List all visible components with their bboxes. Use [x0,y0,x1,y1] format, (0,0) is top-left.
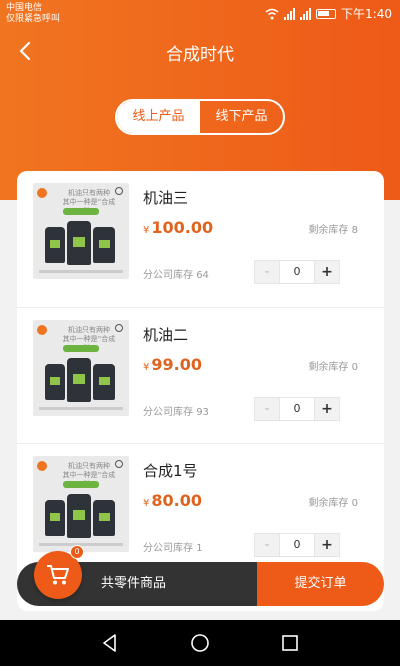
submit-order-button[interactable]: 提交订单 [257,562,384,606]
oil-bottle-icon [67,494,91,538]
quantity-stepper: - 0 + [254,397,340,421]
quantity-stepper: - 0 + [254,533,340,557]
product-name[interactable]: 合成1号 [143,460,198,481]
product-row: 机油只有两种其中一种是“合成油” 机油三 ¥100.00 剩余库存 8 分公司库… [17,171,384,307]
signal-icon-2 [300,7,312,20]
product-image: 机油只有两种其中一种是“合成油” [33,183,129,279]
branch-stock: 分公司库存 1 [143,543,203,554]
carrier-sub: 仅限紧急呼叫 [6,14,61,24]
oil-bottle-icon [67,221,91,265]
product-list: 机油只有两种其中一种是“合成油” 机油三 ¥100.00 剩余库存 8 分公司库… [17,171,384,611]
product-name[interactable]: 机油三 [143,187,188,208]
tab-online-products[interactable]: 线上产品 [117,101,200,133]
oil-bottle-icon [93,227,115,263]
carrier-name: 中国电信 [6,3,43,13]
quantity-input[interactable]: 0 [279,261,315,283]
remaining-stock: 剩余库存 0 [308,498,358,509]
nav-bar: 合成时代 [0,30,400,72]
brand-logo-icon [37,461,47,471]
increase-button[interactable]: + [315,261,339,283]
image-tag [63,345,99,352]
brand-logo-icon [37,188,47,198]
image-footer-line [39,270,123,273]
oil-bottle-icon [45,227,65,263]
signal-icon [284,7,296,20]
increase-button[interactable]: + [315,398,339,420]
cart-count-badge: 0 [70,545,84,559]
status-icons: 下午1:40 [265,5,392,22]
quantity-input[interactable]: 0 [279,398,315,420]
product-row: 机油只有两种其中一种是“合成油” 机油二 ¥99.00 剩余库存 0 分公司库存… [17,307,384,443]
product-type-toggle: 线上产品 线下产品 [115,99,285,135]
product-image: 机油只有两种其中一种是“合成油” [33,456,129,552]
branch-stock: 分公司库存 93 [143,407,209,418]
product-price: ¥100.00 [143,218,214,237]
brand-logo-icon [37,325,47,335]
image-tag [63,481,99,488]
decrease-button[interactable]: - [255,261,279,283]
oil-bottle-icon [67,358,91,402]
product-price: ¥80.00 [143,491,202,510]
system-nav-bar [0,620,400,666]
oil-bottle-icon [93,500,115,536]
page-title: 合成时代 [166,45,234,65]
remaining-stock: 剩余库存 8 [308,225,358,236]
cart-icon [47,565,69,585]
oil-bottle-icon [93,364,115,400]
remaining-stock: 剩余库存 0 [308,362,358,373]
nav-recent-icon[interactable] [280,633,300,653]
quantity-input[interactable]: 0 [279,534,315,556]
oil-bottle-icon [45,364,65,400]
product-price: ¥99.00 [143,355,202,374]
product-image: 机油只有两种其中一种是“合成油” [33,320,129,416]
product-name[interactable]: 机油二 [143,324,188,345]
battery-icon [316,8,337,19]
nav-back-icon[interactable] [100,633,120,653]
nav-home-icon[interactable] [190,633,210,653]
wifi-icon [265,8,279,19]
carrier-info: 中国电信 仅限紧急呼叫 [6,3,60,25]
increase-button[interactable]: + [315,534,339,556]
image-footer-line [39,407,123,410]
quantity-stepper: - 0 + [254,260,340,284]
decrease-button[interactable]: - [255,534,279,556]
image-tag [63,208,99,215]
status-time: 下午1:40 [341,7,392,21]
decrease-button[interactable]: - [255,398,279,420]
tab-offline-products[interactable]: 线下产品 [200,101,283,133]
status-bar: 中国电信 仅限紧急呼叫 下午1:40 [0,0,400,28]
oil-bottle-icon [45,500,65,536]
branch-stock: 分公司库存 64 [143,270,209,281]
